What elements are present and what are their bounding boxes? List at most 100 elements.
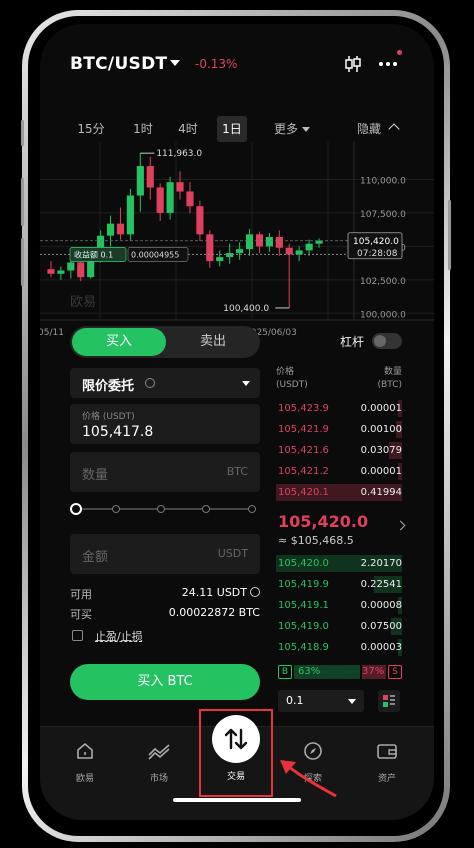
buy-sell-ratio: B 63% 37% S xyxy=(278,665,402,681)
ask-row[interactable]: 105,421.9 0.00100 xyxy=(276,420,402,439)
ask-row[interactable]: 105,420.1 0.41994 xyxy=(276,483,402,502)
nav-home[interactable]: 欧易 xyxy=(57,741,113,791)
ask-row[interactable]: 105,421.2 0.00001 xyxy=(276,462,402,481)
tpsl-label[interactable]: 止盈/止损 xyxy=(95,628,143,644)
amount-input[interactable]: 金额 USDT xyxy=(70,534,260,574)
ask-row[interactable]: 105,423.9 0.00001 xyxy=(276,399,402,418)
depth-precision-value: 0.1 xyxy=(286,694,304,707)
candle-body xyxy=(57,270,65,274)
bid-row[interactable]: 105,419.1 0.00008 xyxy=(276,596,402,615)
low-price-label: 100,400.0 xyxy=(223,304,269,314)
buy-tab[interactable]: 买入 xyxy=(72,328,166,356)
candle-body xyxy=(216,257,224,262)
slider-step-50[interactable] xyxy=(157,505,165,513)
info-icon[interactable] xyxy=(145,378,155,388)
quantity-input[interactable]: 数量 BTC xyxy=(70,452,260,492)
can-buy-label: 可买 xyxy=(70,608,92,621)
slider-step-100[interactable] xyxy=(248,505,256,513)
tab-4h[interactable]: 4时 xyxy=(173,116,203,142)
tpsl-checkbox[interactable] xyxy=(72,630,83,641)
tab-more[interactable]: 更多 xyxy=(266,116,318,142)
ask-price: 105,423.9 xyxy=(278,403,329,414)
price-input-value[interactable]: 105,417.8 xyxy=(82,424,153,440)
x-tick-label: 05/11 xyxy=(40,328,64,338)
amount-slider[interactable] xyxy=(70,502,260,516)
tab-15m[interactable]: 15分 xyxy=(76,116,106,142)
slider-step-25[interactable] xyxy=(112,505,120,513)
candlestick-chart[interactable]: 110,000.0107,500.0105,000.0102,500.0100,… xyxy=(40,142,434,342)
order-type-select[interactable]: 限价委托 xyxy=(70,368,260,398)
nav-market[interactable]: 市场 xyxy=(131,741,187,791)
candle-body xyxy=(47,269,55,274)
depth-precision-select[interactable]: 0.1 xyxy=(278,690,364,712)
more-icon[interactable] xyxy=(378,61,398,67)
slider-step-75[interactable] xyxy=(202,505,210,513)
candle-body xyxy=(136,166,144,196)
bid-row[interactable]: 105,420.0 2.20170 xyxy=(276,554,402,573)
ask-row[interactable]: 105,421.6 0.03079 xyxy=(276,441,402,460)
candle-body xyxy=(116,223,125,235)
header: BTC/USDT -0.13% xyxy=(40,24,434,100)
candle-body xyxy=(315,240,323,244)
candle-body xyxy=(226,253,234,258)
caret-down-icon xyxy=(348,699,356,704)
y-tick-label: 100,000.0 xyxy=(360,310,406,320)
sell-tab[interactable]: 卖出 xyxy=(168,328,258,356)
hide-chart-button[interactable]: 隐藏 xyxy=(357,116,381,142)
orderbook-layout-icon[interactable] xyxy=(378,690,400,712)
order-type-label: 限价委托 xyxy=(82,379,135,394)
orderbook-header: 价格 (USDT) 数量 (BTC) xyxy=(276,366,402,392)
price-input[interactable]: 价格 (USDT) 105,417.8 xyxy=(70,404,260,444)
leverage-toggle[interactable] xyxy=(372,333,402,349)
caret-down-icon[interactable] xyxy=(170,60,180,66)
chevron-up-icon[interactable] xyxy=(388,123,400,135)
ask-qty: 0.41994 xyxy=(360,487,402,498)
chevron-right-icon[interactable] xyxy=(395,520,406,531)
watermark-logo: 欧易 xyxy=(70,295,96,310)
candlestick-chart-icon[interactable] xyxy=(343,54,363,74)
orderbook-qty-unit: (BTC) xyxy=(377,380,402,390)
bid-price: 105,419.9 xyxy=(278,579,329,590)
bid-qty: 0.00003 xyxy=(360,642,402,653)
y-tick-label: 110,000.0 xyxy=(360,176,406,186)
candle-body xyxy=(275,237,283,248)
bid-qty: 0.00008 xyxy=(360,600,402,611)
tab-1d[interactable]: 1日 xyxy=(217,116,247,142)
candle-body xyxy=(106,223,115,236)
slider-thumb[interactable] xyxy=(70,503,82,515)
can-buy-row: 可买 0.00022872 BTC xyxy=(70,606,260,622)
position-label: 收益额 0.1 xyxy=(74,249,113,259)
sell-badge: S xyxy=(388,665,402,679)
last-price-tag-value: 105,420.0 xyxy=(353,237,399,247)
app-screen: BTC/USDT -0.13% 15分 1时 4时 1日 更多 隐藏 110,0… xyxy=(40,24,434,820)
y-tick-label: 107,500.0 xyxy=(360,210,406,220)
available-value-wrap: 24.11 USDT xyxy=(182,586,260,599)
quantity-placeholder: 数量 xyxy=(82,468,109,483)
bid-row[interactable]: 105,419.0 0.07500 xyxy=(276,617,402,636)
trading-pair-selector[interactable]: BTC/USDT xyxy=(70,54,167,74)
nav-assets[interactable]: 资产 xyxy=(359,741,415,791)
caret-down-icon xyxy=(302,127,310,132)
buy-btc-button[interactable]: 买入 BTC xyxy=(70,664,260,700)
candle-body xyxy=(77,262,85,278)
phone-volume-up xyxy=(21,178,24,226)
add-funds-icon[interactable] xyxy=(250,587,260,597)
position-value: 0.00004955 xyxy=(131,250,179,259)
bid-price: 105,420.0 xyxy=(278,558,329,569)
price-change: -0.13% xyxy=(195,57,238,71)
trade-highlight-box xyxy=(199,709,273,797)
ask-qty: 0.00001 xyxy=(360,466,402,477)
ask-price: 105,420.1 xyxy=(278,487,329,498)
candle-body xyxy=(295,250,303,255)
countdown-label: 07:28:08 xyxy=(357,249,398,259)
candle-body xyxy=(146,166,154,188)
bid-qty: 2.20170 xyxy=(360,558,402,569)
bid-row[interactable]: 105,418.9 0.00003 xyxy=(276,638,402,657)
bid-row[interactable]: 105,419.9 0.22541 xyxy=(276,575,402,594)
candle-body xyxy=(67,262,75,271)
tab-1h[interactable]: 1时 xyxy=(128,116,158,142)
available-label: 可用 xyxy=(70,588,92,601)
bid-price: 105,419.1 xyxy=(278,600,329,611)
nav-market-label: 市场 xyxy=(149,774,168,784)
wallet-icon xyxy=(377,744,397,759)
